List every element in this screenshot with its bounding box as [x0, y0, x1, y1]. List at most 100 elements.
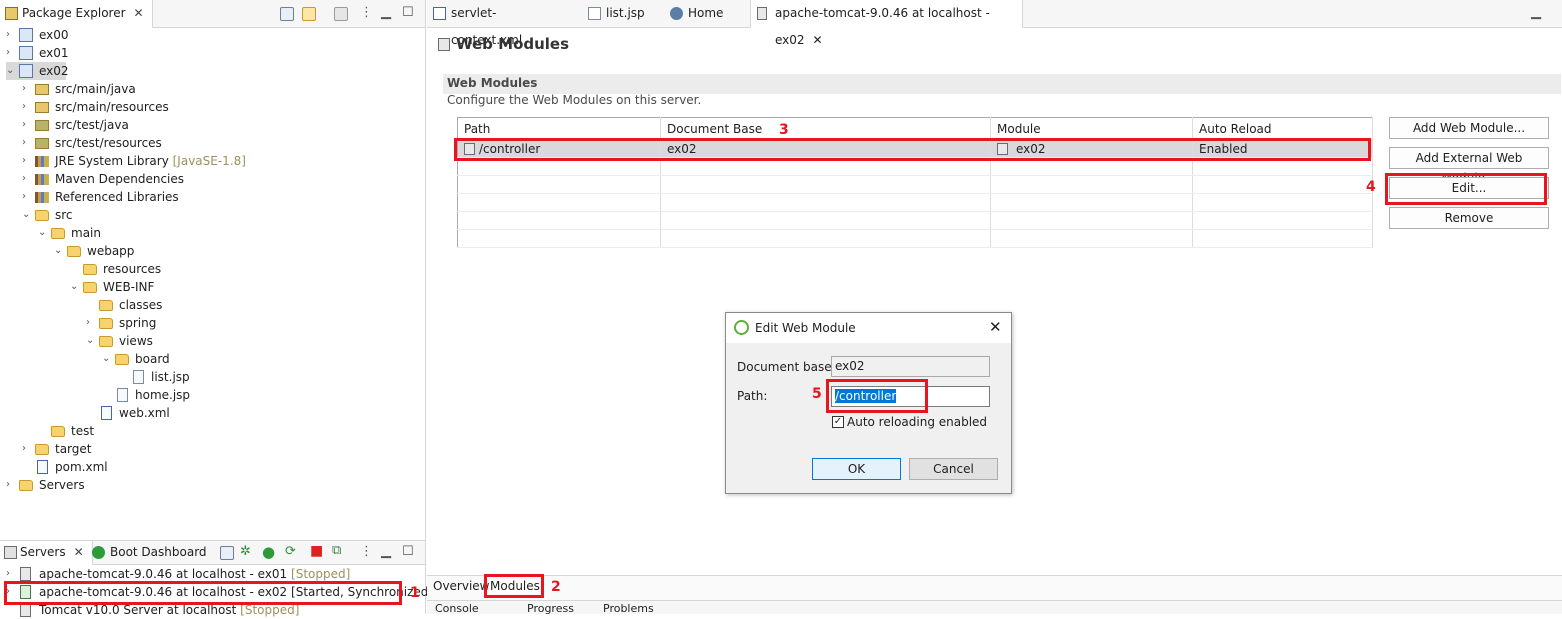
minimize-icon[interactable]: ▁ — [381, 5, 391, 20]
chevron-right-icon[interactable]: › — [6, 44, 16, 62]
maximize-icon[interactable]: ☐ — [402, 544, 414, 559]
tab-progress[interactable]: Progress — [527, 602, 574, 615]
focus-icon[interactable] — [334, 7, 348, 21]
chevron-right-icon[interactable]: › — [86, 314, 96, 332]
page-title: Web Modules — [438, 35, 569, 53]
tab-console[interactable]: Console — [435, 602, 479, 615]
folder-icon — [99, 318, 113, 329]
tree-item-ex02[interactable]: ⌄ ex02 — [6, 62, 69, 80]
maximize-icon[interactable]: ☐ — [402, 5, 414, 20]
chevron-down-icon[interactable]: ⌄ — [70, 278, 80, 296]
close-icon[interactable]: ✕ — [989, 318, 1002, 336]
tree-item-label: home.jsp — [135, 388, 191, 402]
tree-item-label: src — [55, 208, 73, 222]
globe-icon — [670, 7, 683, 20]
close-icon[interactable]: ✕ — [74, 545, 84, 559]
close-icon[interactable]: ✕ — [134, 6, 144, 20]
minimize-icon[interactable]: ▁ — [381, 544, 391, 559]
chevron-down-icon[interactable]: ⌄ — [86, 332, 96, 350]
maven-project-icon — [19, 64, 33, 78]
tree-item-label: resources — [103, 262, 162, 276]
folder-icon — [83, 264, 97, 275]
cancel-button[interactable]: Cancel — [909, 458, 998, 480]
source-folder-icon — [35, 84, 49, 95]
profile-icon[interactable]: ⟳ — [285, 544, 296, 559]
chevron-right-icon[interactable]: › — [6, 476, 16, 494]
chevron-down-icon[interactable]: ⌄ — [22, 206, 32, 224]
chevron-right-icon[interactable]: › — [22, 152, 32, 170]
tab-label: Boot Dashboard — [110, 545, 207, 559]
column-header[interactable]: Path — [457, 117, 661, 140]
close-icon[interactable]: ✕ — [813, 33, 823, 47]
tab-overview[interactable]: Overview — [433, 579, 490, 593]
chevron-down-icon[interactable]: ⌄ — [6, 62, 16, 80]
chevron-right-icon[interactable]: › — [22, 188, 32, 206]
ok-button[interactable]: OK — [812, 458, 901, 480]
auto-reload-checkbox[interactable]: ✓ — [832, 416, 844, 428]
folder-icon — [51, 426, 65, 437]
tree-item-label: WEB-INF — [103, 280, 155, 294]
collapse-all-icon[interactable] — [280, 7, 294, 21]
minimize-icon[interactable]: ▁ — [1531, 5, 1541, 20]
chevron-right-icon[interactable]: › — [6, 26, 16, 44]
chevron-right-icon[interactable]: › — [22, 80, 32, 98]
column-header[interactable]: Auto Reload — [1192, 117, 1373, 140]
library-icon — [35, 174, 49, 185]
tab-servlet-context-xml[interactable]: servlet-context.xml — [427, 0, 555, 47]
add-web-module-button[interactable]: Add Web Module... — [1389, 117, 1549, 139]
view-menu-icon[interactable]: ⋮ — [360, 544, 373, 559]
tree-item-label: ex01 — [39, 46, 69, 60]
folder-icon — [99, 336, 113, 347]
tree-item-label: list.jsp — [151, 370, 190, 384]
publish-icon[interactable]: ⧉ — [332, 543, 341, 558]
tree-item-label: src/test/java — [55, 118, 129, 132]
tab-servers[interactable]: Servers ✕ — [0, 541, 93, 565]
annotation-box-2 — [484, 574, 544, 598]
dialog-title: Edit Web Module — [755, 321, 856, 335]
tab-label: Servers — [20, 545, 66, 559]
view-menu-icon[interactable]: ⋮ — [360, 5, 373, 20]
tree-item-label: target — [55, 442, 92, 456]
tab-list-jsp[interactable]: list.jsp — [582, 0, 662, 28]
tree-item-label: web.xml — [119, 406, 170, 420]
remove-button[interactable]: Remove — [1389, 207, 1549, 229]
tab-boot-dashboard[interactable]: Boot Dashboard — [88, 541, 215, 565]
table-row — [457, 229, 1373, 248]
collapse-icon[interactable] — [220, 546, 234, 560]
chevron-down-icon[interactable]: ⌄ — [54, 242, 64, 260]
tab-problems[interactable]: Problems — [603, 602, 654, 615]
annotation-box-3 — [454, 138, 1371, 161]
folder-icon — [115, 354, 129, 365]
folder-icon — [83, 282, 97, 293]
chevron-right-icon[interactable]: › — [22, 134, 32, 152]
chevron-right-icon[interactable]: › — [22, 98, 32, 116]
section-header: Web Modules — [443, 74, 1561, 94]
debug-icon[interactable]: ✲ — [240, 544, 251, 559]
tab-tomcat-server[interactable]: apache-tomcat-9.0.46 at localhost - ex02… — [750, 0, 1023, 47]
folder-icon — [35, 444, 49, 455]
link-with-editor-icon[interactable] — [302, 7, 316, 21]
source-folder-icon — [35, 102, 49, 113]
chevron-right-icon[interactable]: › — [22, 170, 32, 188]
column-header[interactable]: Document Base — [660, 117, 991, 140]
start-icon[interactable]: ● — [262, 543, 275, 561]
package-explorer-tabbar: Package Explorer ✕ ⋮ ▁ ☐ — [0, 0, 425, 28]
tree-item-label: test — [71, 424, 95, 438]
add-external-web-module-button[interactable]: Add External Web Module... — [1389, 147, 1549, 185]
annotation-box-4 — [1385, 173, 1547, 205]
tab-package-explorer[interactable]: Package Explorer ✕ — [0, 0, 153, 28]
tree-item-label: views — [119, 334, 153, 348]
tab-home[interactable]: Home — [664, 0, 744, 28]
maven-file-icon — [37, 460, 48, 474]
chevron-right-icon[interactable]: › — [22, 116, 32, 134]
column-header[interactable]: Module — [990, 117, 1193, 140]
tab-label: Home — [688, 6, 724, 20]
chevron-right-icon[interactable]: › — [22, 440, 32, 458]
server-icon — [20, 567, 31, 581]
stop-icon[interactable]: ■ — [310, 543, 323, 559]
tree-item-label: src/main/resources — [55, 100, 169, 114]
chevron-down-icon[interactable]: ⌄ — [38, 224, 48, 242]
tree-item-label: Maven Dependencies — [55, 172, 185, 186]
chevron-down-icon[interactable]: ⌄ — [102, 350, 112, 368]
tree-item-label: board — [135, 352, 170, 366]
